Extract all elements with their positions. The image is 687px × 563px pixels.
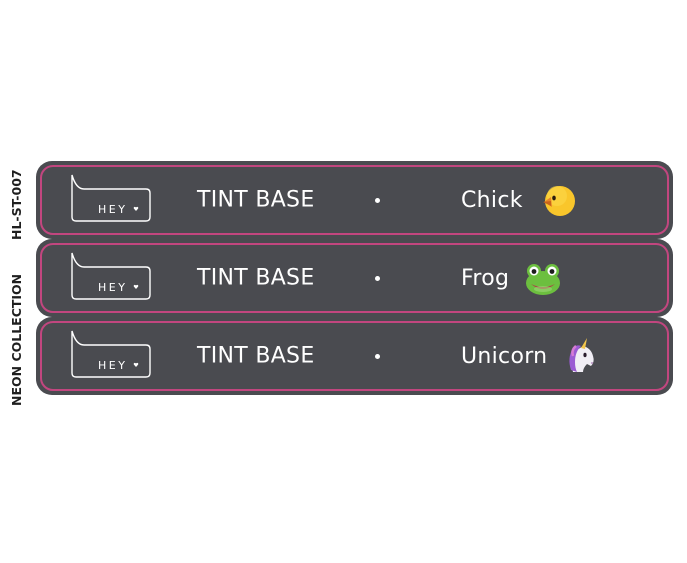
- collection-label: NEON COLLECTION: [9, 274, 24, 406]
- animal-group: Unicorn: [461, 336, 601, 376]
- product-code: HL-ST-007: [9, 169, 24, 240]
- tint-base-label: TINT BASE: [197, 187, 315, 213]
- animal-name: Chick: [461, 187, 523, 213]
- side-label: NEON COLLECTION HL-ST-007: [3, 160, 29, 408]
- animal-group: Chick: [461, 180, 577, 220]
- sticker-strip-unicorn: HEY TINT BASE Unicorn: [36, 317, 673, 395]
- animal-group: Frog: [461, 258, 563, 298]
- hey-badge-text: HEY: [98, 203, 127, 216]
- sticker-strip-chick: HEY TINT BASE Chick: [36, 161, 673, 239]
- tint-base-label: TINT BASE: [197, 343, 315, 369]
- sticker-strip-frog: HEY TINT BASE Frog: [36, 239, 673, 317]
- separator-dot: [375, 354, 380, 359]
- heart-icon: [133, 362, 139, 367]
- hey-badge-text: HEY: [98, 281, 127, 294]
- unicorn-icon: [561, 336, 601, 376]
- heart-icon: [133, 206, 139, 211]
- frog-icon: [523, 258, 563, 298]
- heart-icon: [133, 284, 139, 289]
- animal-name: Unicorn: [461, 343, 548, 369]
- chick-icon: [537, 180, 577, 220]
- hey-badge: HEY: [70, 251, 154, 303]
- tint-base-label: TINT BASE: [197, 265, 315, 291]
- separator-dot: [375, 276, 380, 281]
- animal-name: Frog: [461, 265, 510, 291]
- hey-badge-text: HEY: [98, 359, 127, 372]
- hey-badge: HEY: [70, 329, 154, 381]
- hey-badge: HEY: [70, 173, 154, 225]
- separator-dot: [375, 198, 380, 203]
